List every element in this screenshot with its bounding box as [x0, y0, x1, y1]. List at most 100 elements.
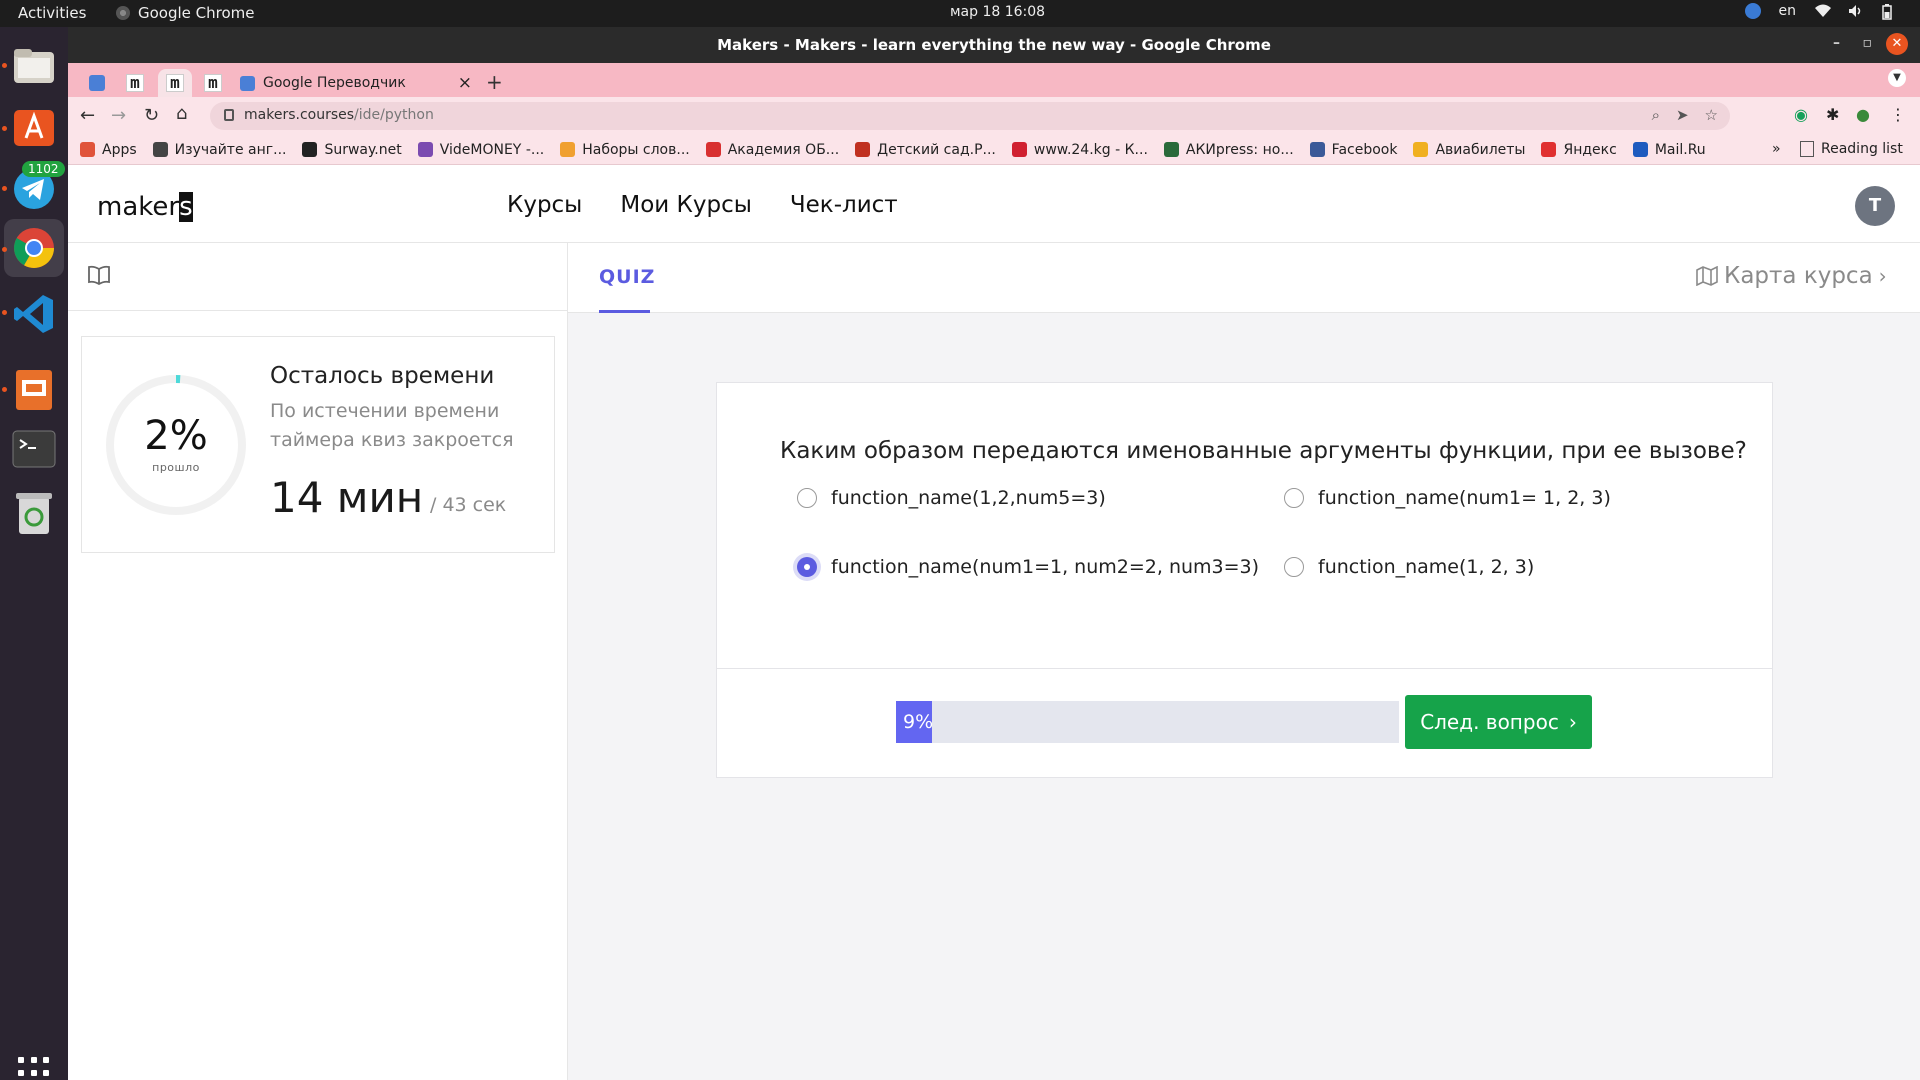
tab-makers-1[interactable]: m	[120, 69, 150, 97]
files-icon[interactable]	[10, 42, 58, 90]
zoom-icon[interactable]: ⌕	[1652, 106, 1660, 124]
back-arrow-icon[interactable]: ←	[80, 105, 95, 126]
system-top-bar: Activities Google Chrome мар 18 16:08 en	[0, 0, 1920, 27]
bookmark-item[interactable]: www.24.kg - К...	[1011, 142, 1148, 158]
tab-profile[interactable]	[82, 69, 112, 97]
tab-quiz[interactable]: QUIZ	[599, 266, 655, 288]
bookmark-star-icon[interactable]: ☆	[1705, 106, 1718, 124]
bookmark-item[interactable]: VideMONEY -...	[417, 142, 544, 158]
bookmark-favicon-icon	[1309, 142, 1325, 157]
window-title-bar[interactable]: Makers - Makers - learn everything the n…	[68, 27, 1920, 63]
user-avatar[interactable]: T	[1855, 186, 1895, 226]
answer-option-2[interactable]: function_name(num1= 1, 2, 3)	[1284, 487, 1611, 509]
tab-search-chevron-icon[interactable]: ▼	[1888, 69, 1906, 87]
course-map-link[interactable]: Карта курса ›	[1696, 263, 1887, 289]
new-tab-button[interactable]: +	[486, 70, 503, 94]
running-indicator	[2, 126, 7, 131]
bookmark-label: Академия ОБ...	[727, 141, 840, 158]
browser-menu-icon[interactable]: ⋮	[1890, 105, 1906, 124]
nav-checklist[interactable]: Чек-лист	[790, 192, 898, 218]
minimize-icon[interactable]: –	[1833, 35, 1840, 51]
impress-icon[interactable]	[10, 366, 58, 414]
bookmark-favicon-icon	[417, 142, 433, 157]
site-header: makers Курсы Мои Курсы Чек-лист T	[68, 166, 1920, 243]
answer-radio[interactable]	[797, 557, 817, 577]
tab-close-icon[interactable]: ×	[458, 73, 472, 93]
answer-option-3[interactable]: function_name(num1=1, num2=2, num3=3)	[797, 556, 1259, 578]
battery-icon	[1882, 4, 1898, 20]
bookmark-item[interactable]: Академия ОБ...	[705, 141, 840, 158]
nav-courses[interactable]: Курсы	[507, 192, 582, 218]
bookmark-item[interactable]: Наборы слов...	[560, 142, 690, 158]
forward-arrow-icon[interactable]: →	[111, 105, 126, 126]
maximize-icon[interactable]: ▫	[1863, 35, 1873, 51]
bookmark-item[interactable]: Surway.net	[302, 142, 402, 158]
answer-option-4[interactable]: function_name(1, 2, 3)	[1284, 556, 1534, 578]
timer-percent: 2%	[144, 413, 208, 459]
vscode-icon[interactable]	[10, 290, 58, 338]
bookmark-favicon-icon	[1632, 142, 1648, 157]
browser-toolbar: ← → ↻ ⌂ makers.courses/ide/python ⌕ ➤ ☆ …	[68, 97, 1920, 135]
answer-radio[interactable]	[1284, 557, 1304, 577]
bookmark-item[interactable]: Яндекс	[1541, 141, 1617, 158]
quiz-progress-fill: 9%	[896, 701, 933, 743]
quiz-main-area: QUIZ Карта курса › Каким образом передаю…	[568, 243, 1920, 1080]
quiz-card: Каким образом передаются именованные арг…	[716, 382, 1773, 778]
answer-option-1[interactable]: function_name(1,2,num5=3)	[797, 487, 1106, 509]
makers-logo[interactable]: makers	[97, 192, 193, 222]
quiz-tabs-row: QUIZ Карта курса ›	[568, 243, 1920, 313]
answer-radio[interactable]	[1284, 488, 1304, 508]
telegram-unread-badge: 1102	[22, 161, 65, 177]
bookmark-favicon-icon	[1163, 142, 1179, 157]
clock[interactable]: мар 18 16:08	[950, 4, 1045, 20]
close-window-icon[interactable]: ✕	[1886, 33, 1908, 55]
address-bar[interactable]: makers.courses/ide/python ⌕ ➤ ☆	[210, 102, 1730, 130]
home-icon[interactable]: ⌂	[176, 103, 187, 124]
bookmark-item[interactable]: Apps	[80, 142, 137, 158]
main-nav: Курсы Мои Курсы Чек-лист	[507, 192, 898, 218]
active-app-menu[interactable]: Google Chrome	[116, 4, 255, 22]
bookmark-item[interactable]: Изучайте анг...	[152, 142, 286, 158]
apps-grid-icon	[80, 142, 95, 157]
answer-label: function_name(1, 2, 3)	[1318, 556, 1535, 578]
trash-icon[interactable]	[10, 489, 58, 537]
chevron-right-icon: ›	[1568, 710, 1577, 734]
bookmark-item[interactable]: Детский сад.Р...	[855, 142, 996, 158]
language-indicator[interactable]: en	[1779, 3, 1797, 19]
profile-avatar-icon[interactable]: ●	[1856, 105, 1870, 124]
bookmark-item[interactable]: АКИpress: но...	[1163, 141, 1294, 158]
tab-strip: m m m Google Переводчик × + ▼	[68, 63, 1920, 97]
terminal-icon[interactable]	[10, 425, 58, 473]
extensions-puzzle-icon[interactable]: ✱	[1826, 105, 1839, 124]
reload-icon[interactable]: ↻	[144, 105, 159, 126]
grammarly-extension-icon[interactable]: ◉	[1794, 105, 1808, 124]
chrome-icon[interactable]	[4, 219, 64, 277]
reading-list-icon	[1800, 141, 1814, 157]
book-icon[interactable]	[88, 265, 110, 289]
nav-my-courses[interactable]: Мои Курсы	[620, 192, 752, 218]
bookmark-favicon-icon	[705, 142, 721, 157]
tab-makers-3[interactable]: m	[198, 69, 228, 97]
reading-list-button[interactable]: Reading list	[1800, 141, 1903, 157]
bookmarks-overflow-button[interactable]: »	[1772, 141, 1781, 157]
activities-button[interactable]: Activities	[18, 4, 86, 22]
software-center-icon[interactable]	[10, 102, 58, 150]
network-globe-icon[interactable]	[1744, 3, 1761, 19]
bookmark-label: Яндекс	[1563, 141, 1617, 158]
tab-makers-active[interactable]: m	[158, 69, 192, 97]
bookmark-favicon-icon	[560, 142, 576, 157]
lock-icon	[224, 109, 234, 121]
bookmark-label: АКИpress: но...	[1185, 141, 1294, 158]
tab-google-translate[interactable]: Google Переводчик ×	[240, 69, 472, 97]
volume-icon	[1848, 4, 1864, 18]
send-icon[interactable]: ➤	[1676, 106, 1689, 124]
bookmark-item[interactable]: Mail.Ru	[1632, 142, 1706, 158]
answer-radio[interactable]	[797, 488, 817, 508]
bookmark-item[interactable]: Facebook	[1309, 142, 1397, 158]
show-applications-icon[interactable]	[18, 1057, 50, 1080]
bookmark-item[interactable]: Авиабилеты	[1413, 142, 1525, 158]
running-indicator	[2, 247, 7, 252]
web-page: makers Курсы Мои Курсы Чек-лист T 2% про…	[68, 166, 1920, 1080]
system-tray[interactable]: en	[1744, 3, 1899, 20]
next-question-button[interactable]: След. вопрос ›	[1405, 695, 1592, 749]
